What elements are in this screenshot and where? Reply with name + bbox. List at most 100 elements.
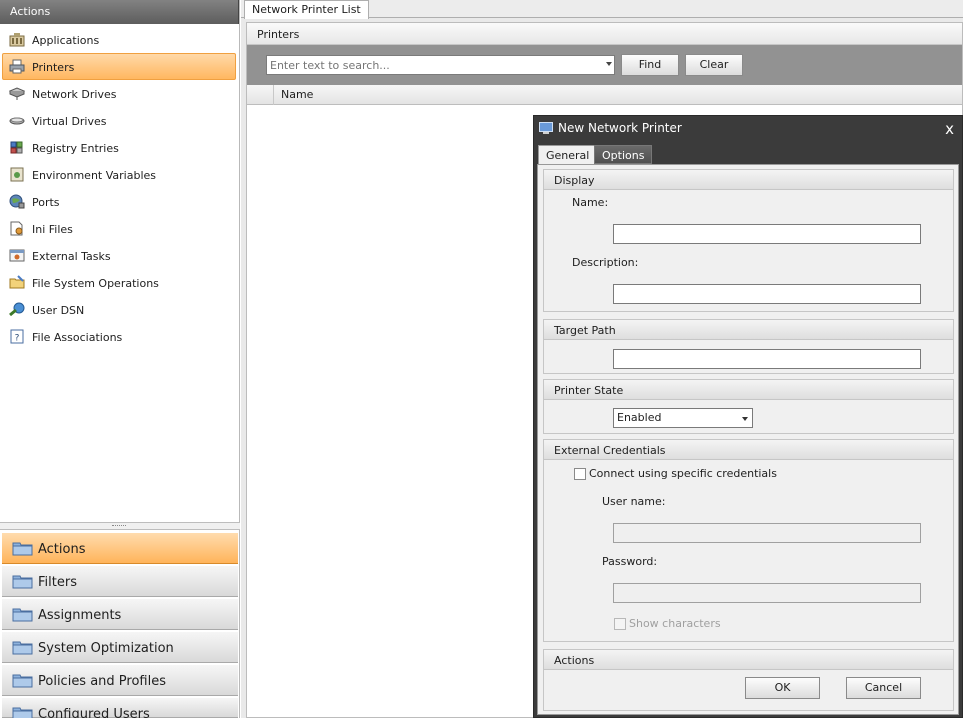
svg-text:?: ? <box>15 334 20 344</box>
username-label: User name: <box>602 495 666 508</box>
username-field[interactable] <box>613 523 921 543</box>
printer-state-header: Printer State <box>544 380 953 400</box>
name-field[interactable] <box>613 224 921 244</box>
folder-icon <box>12 707 33 718</box>
dialog-body: Display Name: Description: Target Path P… <box>537 164 959 715</box>
panel-splitter[interactable] <box>0 522 240 530</box>
description-field[interactable] <box>613 284 921 304</box>
category-label: Policies and Profiles <box>38 674 167 689</box>
category-configured-users[interactable]: Configured Users <box>2 697 238 718</box>
clear-button[interactable]: Clear <box>685 54 743 76</box>
nav-item-virtual-drives[interactable]: Virtual Drives <box>0 107 239 134</box>
dialog-actions-group: Actions OK Cancel <box>543 649 954 711</box>
nav-item-label: Registry Entries <box>32 142 119 155</box>
ini-file-icon <box>10 221 23 236</box>
folder-icon <box>12 674 33 688</box>
printer-state-value: Enabled <box>617 411 662 424</box>
description-label: Description: <box>572 256 639 269</box>
printer-icon <box>9 59 25 74</box>
external-tasks-icon <box>9 249 25 262</box>
nav-item-ini-files[interactable]: Ini Files <box>0 215 239 242</box>
category-filters[interactable]: Filters <box>2 565 238 597</box>
folder-icon <box>12 542 33 556</box>
nav-item-printers[interactable]: Printers <box>2 53 236 80</box>
actions-panel: Actions Applications Printers Network Dr… <box>0 0 240 718</box>
ports-icon <box>9 194 25 209</box>
nav-item-label: User DSN <box>32 304 85 317</box>
nav-item-label: Environment Variables <box>32 169 157 182</box>
column-header-name[interactable]: Name <box>281 88 313 101</box>
cancel-button[interactable]: Cancel <box>846 677 921 699</box>
environment-variables-icon <box>10 167 24 182</box>
category-label: Actions <box>38 542 86 557</box>
category-assignments[interactable]: Assignments <box>2 598 238 630</box>
chevron-down-icon[interactable] <box>606 62 612 66</box>
category-policies-and-profiles[interactable]: Policies and Profiles <box>2 664 238 696</box>
dialog-title: New Network Printer <box>558 121 682 135</box>
nav-item-external-tasks[interactable]: External Tasks <box>0 242 239 269</box>
password-label: Password: <box>602 555 658 568</box>
printer-state-select[interactable]: Enabled <box>613 408 753 428</box>
nav-item-file-system-operations[interactable]: File System Operations <box>0 269 239 296</box>
target-path-input[interactable] <box>614 350 920 368</box>
tab-options[interactable]: Options <box>594 145 653 164</box>
chevron-down-icon[interactable] <box>742 417 748 421</box>
username-input[interactable] <box>614 524 920 542</box>
tab-general[interactable]: General <box>538 145 598 164</box>
external-credentials-group: External Credentials Connect using speci… <box>543 439 954 642</box>
display-group: Display Name: Description: <box>543 169 954 312</box>
nav-item-label: Ini Files <box>32 223 73 236</box>
splitter-grip[interactable] <box>112 525 126 527</box>
name-label: Name: <box>572 196 609 209</box>
target-path-group: Target Path <box>543 319 954 374</box>
folder-icon <box>12 608 33 622</box>
nav-item-file-associations[interactable]: ? File Associations <box>0 323 239 350</box>
find-button[interactable]: Find <box>621 54 679 76</box>
nav-item-label: Network Drives <box>32 88 117 101</box>
target-path-field[interactable] <box>613 349 921 369</box>
connect-credentials-label[interactable]: Connect using specific credentials <box>589 467 777 480</box>
actions-panel-header: Actions <box>0 0 239 24</box>
virtual-drive-icon <box>9 117 25 125</box>
password-input[interactable] <box>614 584 920 602</box>
nav-item-label: Applications <box>32 34 100 47</box>
row-selector-header[interactable] <box>247 85 274 105</box>
show-characters-checkbox[interactable] <box>614 618 626 630</box>
tab-network-printer-list[interactable]: Network Printer List <box>244 0 369 19</box>
network-drive-icon <box>9 87 25 100</box>
name-input[interactable] <box>614 225 920 243</box>
nav-item-label: External Tasks <box>32 250 111 263</box>
category-system-optimization[interactable]: System Optimization <box>2 631 238 663</box>
nav-item-label: Printers <box>32 61 75 74</box>
user-dsn-icon <box>9 302 25 317</box>
category-actions[interactable]: Actions <box>2 532 238 564</box>
search-bar: Find Clear <box>247 45 962 85</box>
registry-icon <box>10 141 23 154</box>
dialog-actions-header: Actions <box>544 650 953 670</box>
target-path-header: Target Path <box>544 320 953 340</box>
applications-icon <box>9 33 25 47</box>
grid-header: Name <box>247 85 962 105</box>
category-label: Configured Users <box>38 707 150 718</box>
nav-item-user-dsn[interactable]: User DSN <box>0 296 239 323</box>
close-icon[interactable]: x <box>945 120 954 138</box>
nav-item-environment-variables[interactable]: Environment Variables <box>0 161 239 188</box>
dialog-tabs: General Options <box>534 141 962 164</box>
folder-icon <box>12 575 33 589</box>
nav-item-ports[interactable]: Ports <box>0 188 239 215</box>
search-combo[interactable] <box>266 55 615 75</box>
description-input[interactable] <box>614 285 920 303</box>
nav-item-label: File Associations <box>32 331 123 344</box>
file-system-icon <box>9 275 25 289</box>
new-network-printer-dialog: New Network Printer x General Options Di… <box>533 115 963 718</box>
password-field[interactable] <box>613 583 921 603</box>
search-input[interactable] <box>267 56 597 74</box>
folder-icon <box>12 641 33 655</box>
connect-credentials-checkbox[interactable] <box>574 468 586 480</box>
nav-item-applications[interactable]: Applications <box>0 26 239 53</box>
nav-item-registry-entries[interactable]: Registry Entries <box>0 134 239 161</box>
nav-item-label: File System Operations <box>32 277 159 290</box>
dialog-title-bar[interactable]: New Network Printer x <box>534 116 962 141</box>
ok-button[interactable]: OK <box>745 677 820 699</box>
nav-item-network-drives[interactable]: Network Drives <box>0 80 239 107</box>
